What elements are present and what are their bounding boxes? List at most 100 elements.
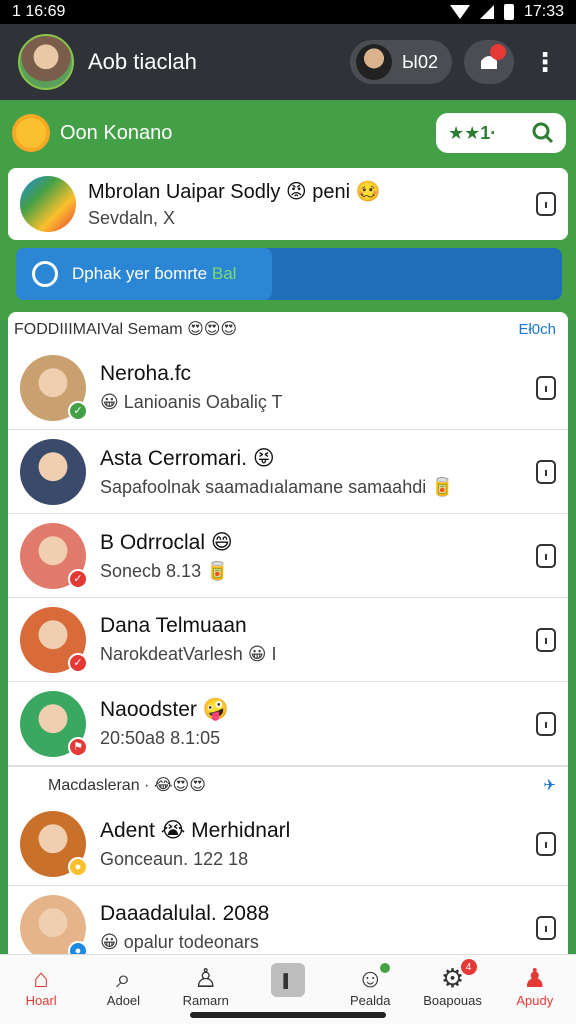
chat-row[interactable]: ⚑ Naoodster 🤪 20:50a8 8.1:05 <box>8 682 568 766</box>
search-label: Oon Konano <box>60 121 173 144</box>
lock-icon[interactable] <box>536 915 556 940</box>
lock-icon[interactable] <box>536 627 556 652</box>
last-message: Sonecb 8.13 🥫 <box>100 560 229 581</box>
section-header: FODDIIIMAIVal Semam 😍😍😍 Eł0ch <box>8 312 568 346</box>
last-message: 20:50a8 8.1:05 <box>100 728 221 748</box>
nav-icon: ⌂ <box>33 963 49 993</box>
account-pill[interactable]: Ы02 <box>350 40 452 84</box>
nav-label: Hoarl <box>25 993 57 1008</box>
app-bar: Aob tiaclah Ы02 ⋮ <box>0 24 576 100</box>
nav-item[interactable]: ⌕ Adoel <box>83 963 163 1008</box>
nav-label: Pealda <box>350 993 391 1008</box>
nav-icon: ♟ <box>523 963 547 993</box>
nav-label: Apudy <box>516 993 554 1008</box>
chat-row[interactable]: ● Daaadalulal. 2088 😀 opalur todeonars <box>8 886 568 954</box>
chat-list: FODDIIIMAIVal Semam 😍😍😍 Eł0ch ✓ Neroha.fc… <box>8 312 568 954</box>
contact-name: Asta Cerromari. 😝 <box>100 446 275 470</box>
status-badge: ✓ <box>68 652 88 673</box>
contact-avatar: ● <box>20 810 88 877</box>
nav-label: Adoel <box>106 993 141 1008</box>
nav-item[interactable]: ☺ Pealda <box>330 963 410 1008</box>
section-title: FODDIIIMAIVal Semam 😍😍😍 <box>14 321 238 338</box>
contact-name: Daaadalulal. 2088 <box>100 902 270 925</box>
section-header-2: Macdasleran · 😂😍😍 ✈ <box>8 766 568 802</box>
status-icons: 17:33 <box>449 3 564 21</box>
search-icon <box>532 122 554 144</box>
chat-row[interactable]: ✓ Dana Telmuaan NarokdeatVarlesh 😀 I <box>8 598 568 682</box>
contact-name: B Odrroclal 😄 <box>100 530 233 554</box>
contact-avatar <box>20 438 86 505</box>
contact-name: Neroha.fc <box>100 362 192 385</box>
pill-avatar <box>356 44 393 80</box>
more-options-icon[interactable]: ⋮ <box>532 47 558 78</box>
contact-avatar: ⚑ <box>20 690 88 757</box>
status-badge: ✓ <box>68 568 88 589</box>
pinned-chat[interactable]: Mbrolan Uaipar Sodly 😡 peni 🥴 Sevdaln, X <box>8 168 568 240</box>
chat-row[interactable]: ✓ Neroha.fc 😀 Lanioanis Oabaliç T <box>8 346 568 430</box>
status-badge: ⚑ <box>68 736 88 757</box>
signal-icon <box>479 5 494 19</box>
contact-name: Adent 😭 Merhidnarl <box>100 818 291 842</box>
contact-avatar: ● <box>20 894 88 954</box>
pill-text: Ы02 <box>402 51 438 72</box>
last-message: 😀 Lanioanis Oabaliç T <box>100 392 283 412</box>
chat-row[interactable]: ● Adent 😭 Merhidnarl Gonceaun. 122 18 <box>8 802 568 886</box>
pinned-avatar <box>20 176 76 232</box>
lock-icon[interactable] <box>536 375 556 400</box>
nav-count-badge: 4 <box>460 959 477 975</box>
section-action[interactable]: Eł0ch <box>518 321 556 338</box>
lock-icon[interactable] <box>536 459 556 484</box>
contact-avatar: ✓ <box>20 606 88 673</box>
compose-glyph: ▌ <box>283 972 293 988</box>
status-bar: 1 16:69 17:33 <box>0 0 576 24</box>
status-badge: ✓ <box>68 400 88 421</box>
contact-name: Dana Telmuaan <box>100 614 247 637</box>
wifi-icon <box>449 5 470 19</box>
app-title: Aob tiaclah <box>88 49 197 74</box>
contact-name: Naoodster 🤪 <box>100 698 229 721</box>
refresh-icon <box>32 261 58 287</box>
chat-row[interactable]: Asta Cerromari. 😝 Sapafoolnak saamadıalam… <box>8 430 568 514</box>
promo-banner[interactable]: Dphak yer ɓomrte Bal <box>16 248 562 300</box>
lock-icon[interactable] <box>536 192 556 216</box>
pinned-title: Mbrolan Uaipar Sodly 😡 peni 🥴 <box>88 181 381 203</box>
new-indicator-dot <box>380 963 391 973</box>
lock-icon[interactable] <box>536 711 556 736</box>
nav-label: Boapouas <box>423 993 482 1008</box>
section-action-2[interactable]: ✈ <box>543 776 556 794</box>
nav-item[interactable]: ⌂ Hoarl <box>1 963 81 1008</box>
status-time-right: 17:33 <box>523 3 564 20</box>
last-message: NarokdeatVarlesh 😀 I <box>100 644 277 664</box>
contact-avatar: ✓ <box>20 354 88 421</box>
sun-icon <box>16 118 46 148</box>
lock-icon[interactable] <box>536 543 556 568</box>
last-message: Gonceaun. 122 18 <box>100 848 249 869</box>
pinned-subtitle: Sevdaln, X <box>88 208 176 228</box>
home-indicator <box>190 1012 386 1018</box>
last-message: 😀 opalur todeonars <box>100 932 259 952</box>
nav-label: Ramarn <box>182 993 229 1008</box>
nav-icon: ⌕ <box>116 963 131 993</box>
section-title-2: Macdasleran · 😂😍😍 <box>48 776 206 794</box>
battery-icon <box>503 4 514 20</box>
nav-item[interactable]: ♙ Ramarn <box>166 963 246 1008</box>
profile-avatar[interactable] <box>18 34 74 90</box>
notifications-button[interactable] <box>464 40 514 84</box>
last-message: Sapafoolnak saamadıalamane samaahdi 🥫 <box>100 476 454 497</box>
banner-text: Dphak yer ɓomrte <box>72 264 208 283</box>
nav-item[interactable]: ⚙ Boapouas 4 <box>413 959 493 1008</box>
nav-icon: ♙ <box>194 963 218 993</box>
compose-icon: ▌ <box>270 963 305 997</box>
lock-icon[interactable] <box>536 831 556 856</box>
chat-row[interactable]: ✓ B Odrroclal 😄 Sonecb 8.13 🥫 <box>8 514 568 598</box>
contact-avatar: ✓ <box>20 522 88 589</box>
nav-item[interactable]: ♟ Apudy <box>495 963 575 1008</box>
search-button[interactable]: ★★1· <box>436 113 566 153</box>
search-row: Oon Konano ★★1· <box>16 110 566 156</box>
nav-item[interactable]: ▌ <box>248 963 328 997</box>
banner-accent: Bal <box>211 264 237 283</box>
status-badge: ● <box>68 940 88 954</box>
search-box-text: ★★1· <box>448 122 497 143</box>
status-badge: ● <box>68 856 88 877</box>
notification-badge <box>490 44 506 60</box>
